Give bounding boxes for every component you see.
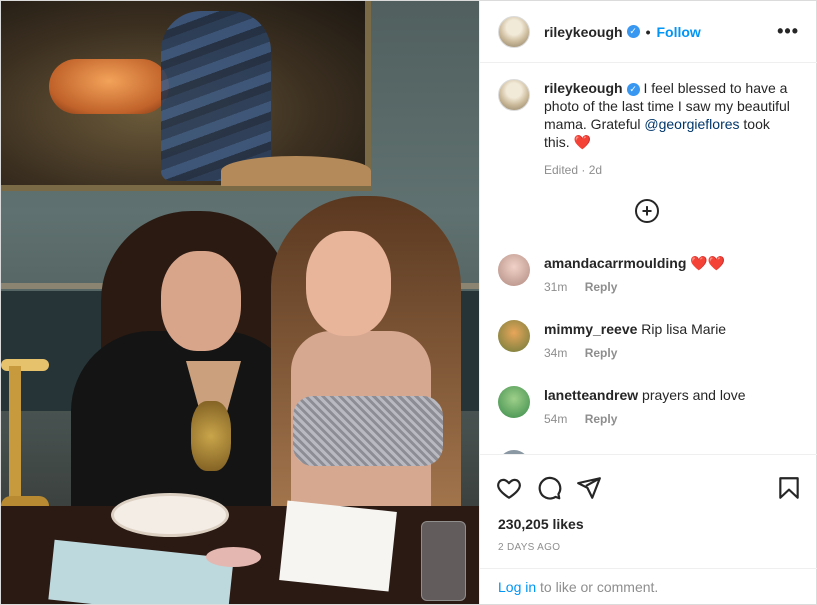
comment-meta: 34m Reply (544, 346, 726, 360)
photo-aquarium (1, 1, 371, 191)
comment-meta: 54m Reply (544, 412, 746, 426)
comment-text: lanetteandrew prayers and love (544, 386, 746, 404)
post-actions: 230,205 likes 2 DAYS AGO Log in to like … (480, 454, 817, 604)
bookmark-icon[interactable] (776, 475, 802, 501)
comment-time[interactable]: 54m (544, 412, 567, 426)
comment-time[interactable]: 31m (544, 280, 567, 294)
load-more-comments-add-icon[interactable]: + (635, 199, 659, 223)
comment-body: lanetteandrew prayers and love 54m Reply (544, 386, 746, 426)
reply-button[interactable]: Reply (585, 280, 618, 294)
verified-badge-icon: ✓ (626, 25, 640, 38)
comment-avatar[interactable] (498, 386, 530, 418)
comment-item: amandacarrmoulding ❤️❤️ 31m Reply (498, 254, 798, 294)
caption-text: rileykeough ✓ I feel blessed to have a ph… (544, 79, 794, 179)
caption-heart-emoji: ❤️ (573, 134, 592, 150)
author-avatar[interactable] (498, 15, 530, 48)
comment-username[interactable]: lanetteandrew (544, 387, 638, 403)
comment-avatar[interactable] (498, 254, 530, 286)
login-bar: Log in to like or comment. (480, 568, 817, 605)
reply-button[interactable]: Reply (585, 412, 618, 426)
photo-aquarium-rocks (161, 11, 271, 181)
author-username[interactable]: rileykeough (544, 24, 623, 40)
photo-sparkle-top (293, 396, 443, 466)
comment-message: Rip lisa Marie (641, 321, 727, 337)
comment-message: prayers and love (642, 387, 746, 403)
comment-username[interactable]: amandacarrmoulding (544, 255, 686, 271)
follow-button[interactable]: Follow (657, 24, 701, 40)
caption-mention-link[interactable]: @georgieflores (644, 116, 739, 132)
photo-glass (421, 521, 466, 601)
caption-avatar[interactable] (498, 79, 530, 111)
post-header: rileykeough ✓ • Follow ••• (480, 1, 817, 63)
comment-message: ❤️❤️ (690, 255, 726, 271)
comment-item: lanetteandrew prayers and love 54m Reply (498, 386, 798, 426)
caption-time[interactable]: 2d (589, 163, 602, 177)
login-prompt-text: to like or comment. (540, 579, 659, 595)
comment-text: amandacarrmoulding ❤️❤️ (544, 254, 725, 272)
share-icon[interactable] (576, 475, 602, 501)
comment-username[interactable]: mimmy_reeve (544, 321, 637, 337)
photo-brooch (191, 401, 231, 471)
more-icon[interactable]: ••• (777, 21, 799, 42)
post-side-panel: rileykeough ✓ • Follow ••• rileykeough ✓ … (479, 1, 817, 604)
photo-aquarium-sand (221, 156, 371, 186)
header-separator: • (645, 23, 651, 40)
caption-meta: Edited · 2d (544, 163, 603, 177)
post-photo[interactable] (1, 1, 479, 604)
likes-count[interactable]: 230,205 likes (498, 516, 584, 532)
caption-edited-label: Edited (544, 163, 579, 177)
post-date: 2 DAYS AGO (498, 542, 561, 553)
photo-plate (111, 493, 229, 537)
comment-body: amandacarrmoulding ❤️❤️ 31m Reply (544, 254, 725, 294)
comments-section[interactable]: rileykeough ✓ I feel blessed to have a ph… (480, 64, 817, 454)
login-link[interactable]: Log in (498, 579, 536, 595)
comment-meta: 31m Reply (544, 280, 725, 294)
photo-aquarium-light (49, 59, 169, 114)
comment-body: mimmy_reeve Rip lisa Marie 34m Reply (544, 320, 726, 360)
comment-time[interactable]: 34m (544, 346, 567, 360)
photo-pink-plate (206, 547, 261, 567)
instagram-post: rileykeough ✓ • Follow ••• rileykeough ✓ … (0, 0, 817, 605)
photo-person-left-face (161, 251, 241, 351)
comment-icon[interactable] (536, 475, 562, 501)
comment-text: mimmy_reeve Rip lisa Marie (544, 320, 726, 338)
caption-verified-icon: ✓ (626, 82, 640, 96)
photo-napkin (279, 500, 397, 592)
post-caption: rileykeough ✓ I feel blessed to have a ph… (498, 79, 798, 179)
caption-username[interactable]: rileykeough (544, 80, 623, 96)
photo-table-lamp-pole (9, 366, 21, 506)
reply-button[interactable]: Reply (585, 346, 618, 360)
comment-item: mimmy_reeve Rip lisa Marie 34m Reply (498, 320, 798, 360)
photo-person-right-face (306, 231, 391, 336)
heart-icon[interactable] (496, 475, 522, 501)
comment-avatar[interactable] (498, 320, 530, 352)
